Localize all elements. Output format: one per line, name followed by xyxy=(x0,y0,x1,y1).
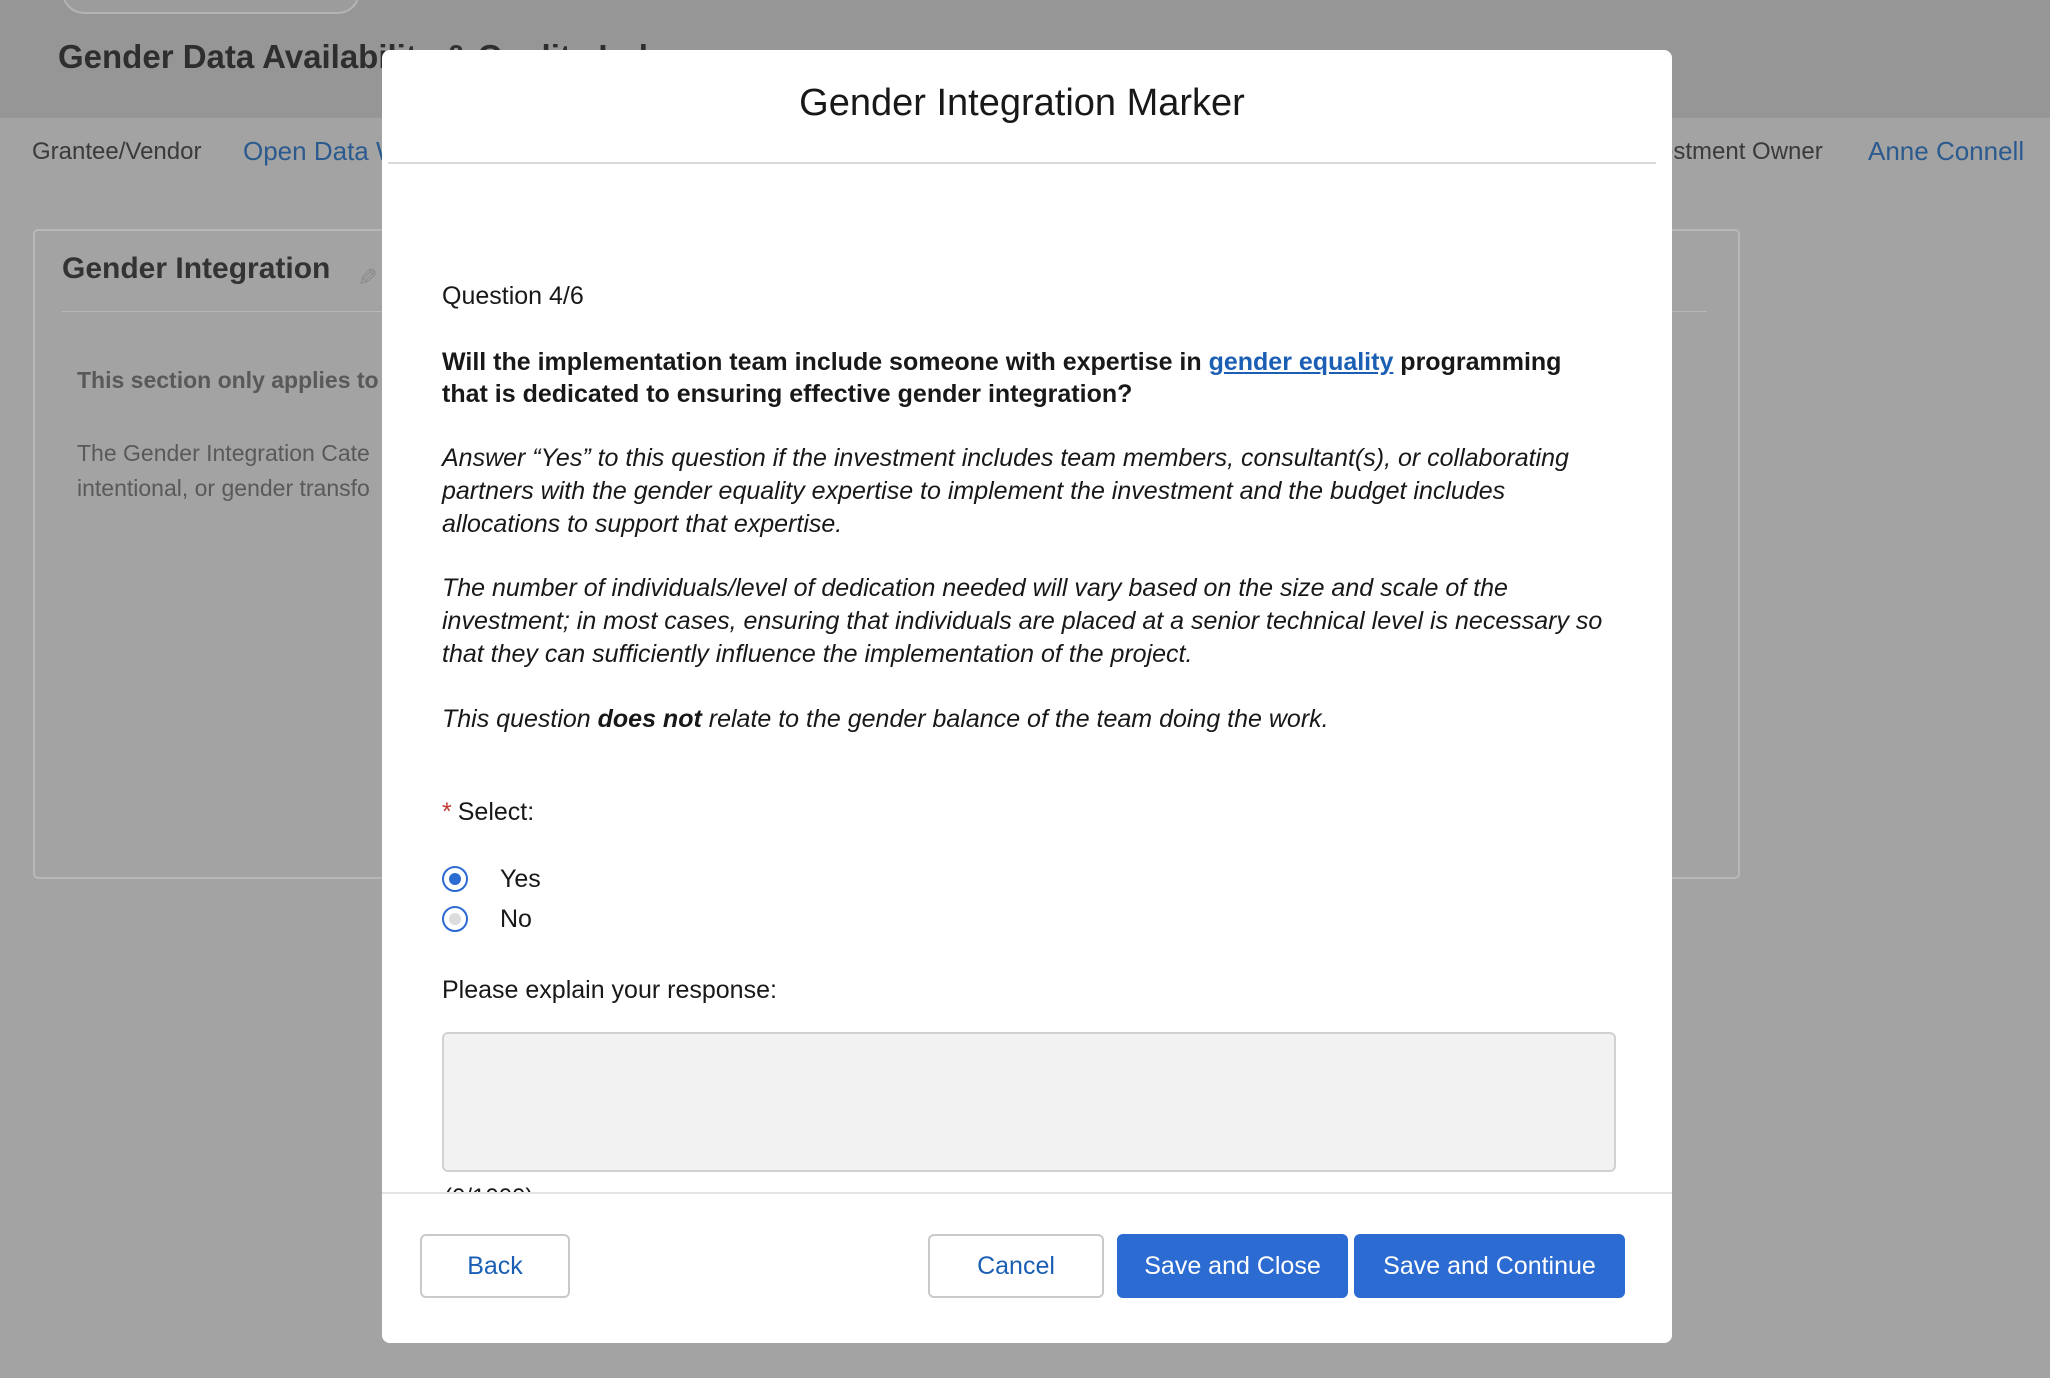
radio-option-yes[interactable]: Yes xyxy=(442,862,541,896)
modal-header: Gender Integration Marker xyxy=(388,50,1656,164)
radio-dot xyxy=(449,913,461,925)
select-label: * Select: xyxy=(442,798,534,827)
help-paragraph-3: This question does not relate to the gen… xyxy=(442,703,1622,736)
section-description-line-2: intentional, or gender transfo xyxy=(77,475,370,501)
explain-label: Please explain your response: xyxy=(442,976,777,1004)
section-note: This section only applies to xyxy=(77,367,379,393)
edit-pencil-icon[interactable]: ✎ xyxy=(352,266,381,286)
required-asterisk: * xyxy=(442,798,452,826)
help-paragraph-2: The number of individuals/level of dedic… xyxy=(442,574,1603,668)
select-label-text: Select: xyxy=(457,798,535,826)
radio-dot xyxy=(449,873,461,885)
back-button[interactable]: Back xyxy=(420,1234,570,1298)
radio-label-no[interactable]: No xyxy=(500,905,532,934)
section-description: The Gender Integration Cate intentional,… xyxy=(77,436,370,506)
gender-equality-link[interactable]: gender equality xyxy=(1209,348,1394,376)
radio-button-unselected-icon[interactable] xyxy=(442,906,468,932)
question-text-start: Will the implementation team include som… xyxy=(442,348,1209,376)
explain-response-textarea[interactable] xyxy=(442,1032,1616,1172)
card-title: Gender Integration xyxy=(62,252,331,285)
help-paragraph-3-start: This question xyxy=(442,705,598,733)
radio-option-no[interactable]: No xyxy=(442,902,532,936)
modal-title: Gender Integration Marker xyxy=(799,82,1245,124)
radio-label-yes[interactable]: Yes xyxy=(500,865,541,894)
question-text: Will the implementation team include som… xyxy=(442,346,1612,410)
investment-owner-label: estment Owner xyxy=(1660,138,1823,165)
save-and-close-button[interactable]: Save and Close xyxy=(1117,1234,1348,1298)
save-and-continue-button[interactable]: Save and Continue xyxy=(1354,1234,1625,1298)
cancel-button[interactable]: Cancel xyxy=(928,1234,1104,1298)
section-description-line-1: The Gender Integration Cate xyxy=(77,440,370,466)
investment-owner-link[interactable]: Anne Connell xyxy=(1868,136,2024,167)
header-pill xyxy=(62,0,360,14)
grantee-label: Grantee/Vendor xyxy=(32,138,202,165)
modal-footer: Back Cancel Save and Close Save and Cont… xyxy=(382,1192,1672,1343)
gender-integration-modal: Gender Integration Marker Question 4/6 W… xyxy=(382,50,1672,1343)
question-number: Question 4/6 xyxy=(442,282,584,310)
help-paragraph-1: Answer “Yes” to this question if the inv… xyxy=(442,444,1569,538)
radio-button-selected-icon[interactable] xyxy=(442,866,468,892)
help-paragraph-3-end: relate to the gender balance of the team… xyxy=(701,705,1329,733)
help-paragraph-3-emphasis: does not xyxy=(597,705,702,733)
grantee-link[interactable]: Open Data W xyxy=(243,136,401,167)
